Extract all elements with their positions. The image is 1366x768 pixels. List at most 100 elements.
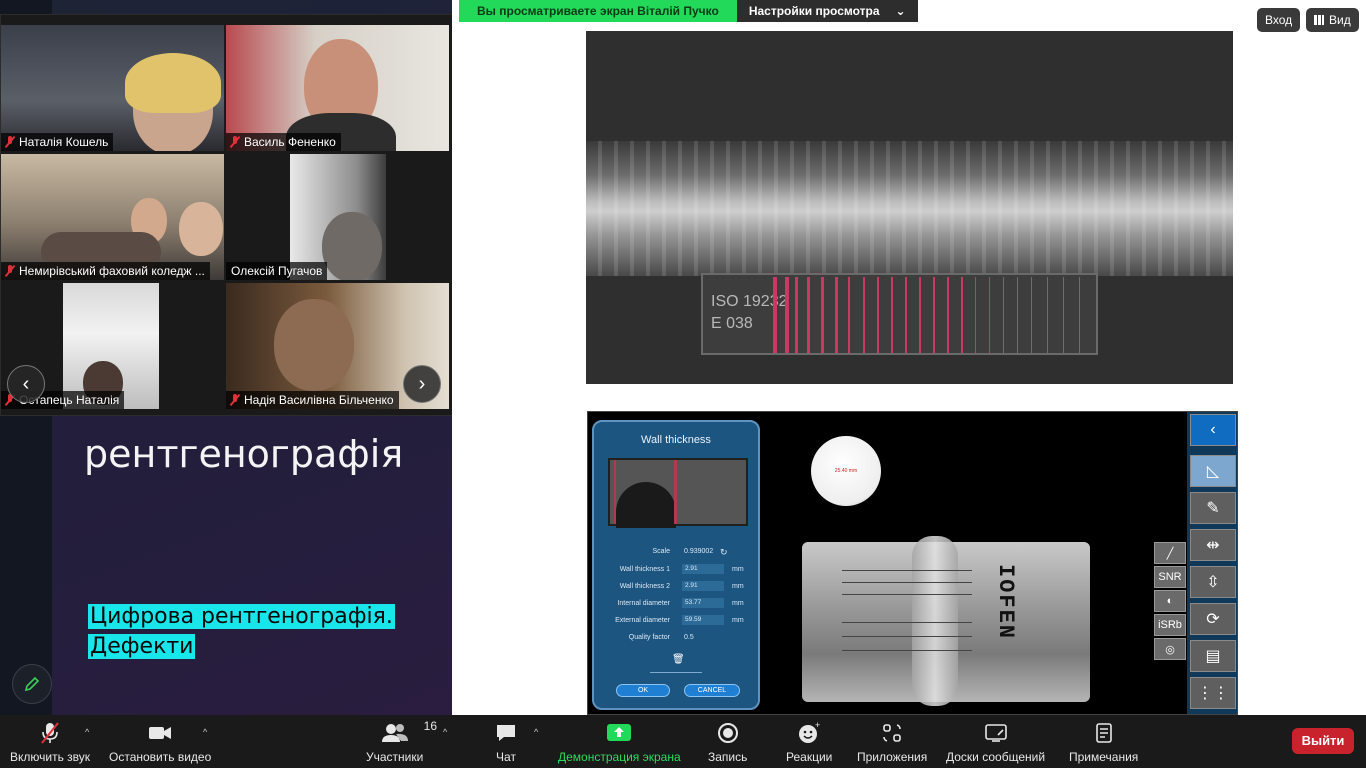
share-screen-button[interactable]: Демонстрация экрана xyxy=(558,721,681,764)
flip-horizontal-button[interactable]: ⇹ xyxy=(1190,529,1236,561)
measurement-input[interactable]: 2.91 xyxy=(682,564,724,574)
measurement-unit: mm xyxy=(732,583,744,590)
flip-vertical-button[interactable]: ⇳ xyxy=(1190,566,1236,598)
video-options-caret[interactable]: ^ xyxy=(203,727,207,737)
svg-text:+: + xyxy=(815,721,820,730)
line-icon: ╱ xyxy=(1166,547,1174,560)
iqi-wire xyxy=(933,277,935,353)
grid-view-icon xyxy=(1314,15,1324,25)
measurement-input[interactable]: 59.59 xyxy=(682,615,724,625)
scale-label: Scale xyxy=(652,548,670,555)
isrb-tool-button[interactable]: iSRb xyxy=(1154,614,1186,636)
measure-line xyxy=(842,582,972,583)
reactions-button[interactable]: + Реакции xyxy=(786,721,832,764)
xray-weld-image: ISO 19232 E 038 xyxy=(586,31,1233,384)
measurement-unit: mm xyxy=(732,600,744,607)
whiteboards-label: Доски сообщений xyxy=(946,750,1046,764)
participant-name-tag: Надія Василівна Більченко xyxy=(226,391,399,409)
contrast-tool-button[interactable]: ◐ xyxy=(1154,590,1186,612)
view-settings-dropdown[interactable]: Настройки просмотра ⌄ xyxy=(736,0,918,22)
enter-button[interactable]: Вход xyxy=(1257,8,1301,32)
slide-heading: рентгенографія xyxy=(84,432,404,476)
refresh-icon[interactable]: ↻ xyxy=(720,547,728,558)
chat-button[interactable]: Чат xyxy=(494,721,518,764)
whiteboards-button[interactable]: Доски сообщений xyxy=(946,721,1045,764)
share-screen-icon xyxy=(606,721,632,745)
apps-button[interactable]: Приложения xyxy=(857,721,927,764)
profile-curve xyxy=(616,482,676,528)
flip-horizontal-icon: ⇹ xyxy=(1206,537,1220,554)
measure-tool-button[interactable]: ◺ xyxy=(1190,455,1236,487)
iqi-wire xyxy=(795,277,798,353)
video-tile[interactable]: Немирівський фаховий коледж ... xyxy=(1,154,224,280)
annotate-pencil-button[interactable] xyxy=(12,664,52,704)
screen-share-banner: Вы просматриваете экран Віталій Пучко На… xyxy=(459,0,918,22)
unmute-label: Включить звук xyxy=(10,750,91,764)
divider xyxy=(650,672,702,673)
record-label: Запись xyxy=(708,750,748,764)
wall-thickness-panel: Wall thickness Scale 0.939002 ↻ Wall thi… xyxy=(592,420,760,710)
cancel-button[interactable]: CANCEL xyxy=(684,684,740,697)
scale-value: 0.939002 xyxy=(684,548,714,555)
pipe-stamp: IOFEN xyxy=(993,564,1018,641)
gallery-next-button[interactable]: › xyxy=(403,365,441,403)
rotate-icon: ⟳ xyxy=(1206,611,1220,628)
audio-options-caret[interactable]: ^ xyxy=(85,727,89,737)
sharing-status-text: Вы просматриваете экран Віталій Пучко xyxy=(459,0,737,22)
participant-name: Немирівський фаховий коледж ... xyxy=(19,264,205,278)
profile-thumbnail xyxy=(608,458,748,528)
trash-icon[interactable]: 🗑 xyxy=(672,654,685,665)
iqi-wire xyxy=(1047,277,1048,353)
collapse-toolbar-button[interactable]: ‹ xyxy=(1190,414,1236,446)
mic-muted-icon xyxy=(230,136,240,148)
pipe-weld xyxy=(912,536,958,706)
iqi-wire xyxy=(773,277,777,353)
iqi-wire xyxy=(947,277,949,353)
chat-options-caret[interactable]: ^ xyxy=(534,727,538,737)
measure-line xyxy=(842,650,972,651)
line-tool-button[interactable]: ╱ xyxy=(1154,542,1186,564)
smiley-icon: + xyxy=(797,721,821,745)
snr-tool-button[interactable]: SNR xyxy=(1154,566,1186,588)
measurement-label: Internal diameter xyxy=(617,600,670,607)
video-camera-icon xyxy=(147,721,173,745)
participants-button[interactable]: 16 Участники xyxy=(366,719,437,764)
video-tile[interactable]: Василь Фененко xyxy=(226,25,449,151)
stop-video-label: Остановить видео xyxy=(109,750,212,764)
notes-button[interactable]: Примечания xyxy=(1069,721,1138,764)
view-button[interactable]: Вид xyxy=(1306,8,1359,32)
chevron-right-icon: › xyxy=(418,372,426,395)
chevron-left-icon: ‹ xyxy=(1210,421,1216,438)
snr-label: SNR xyxy=(1158,571,1182,583)
iqi-wire xyxy=(863,277,865,353)
gallery-prev-button[interactable]: ‹ xyxy=(7,365,45,403)
participant-name-tag: Олексій Пугачов xyxy=(226,262,328,280)
video-tile[interactable]: Наталія Кошель xyxy=(1,25,224,151)
target-icon: ◎ xyxy=(1165,643,1175,656)
draw-tool-button[interactable]: ✎ xyxy=(1190,492,1236,524)
participant-name: Олексій Пугачов xyxy=(231,264,323,278)
filter-icon: ⋮⋮ xyxy=(1197,685,1229,702)
stop-video-button[interactable]: Остановить видео xyxy=(109,721,211,764)
print-button[interactable]: ▤ xyxy=(1190,640,1236,672)
video-tile[interactable]: Олексій Пугачов xyxy=(226,154,449,280)
set-square-icon: ◺ xyxy=(1206,463,1220,480)
iqi-wire xyxy=(877,277,879,353)
quality-label: Quality factor xyxy=(628,634,670,641)
iqi-wire xyxy=(1031,277,1032,353)
leave-meeting-button[interactable]: Выйти xyxy=(1292,728,1354,754)
participants-options-caret[interactable]: ^ xyxy=(443,727,447,737)
unmute-button[interactable]: Включить звук xyxy=(10,721,90,764)
measurement-input[interactable]: 2.91 xyxy=(682,581,724,591)
iqi-wire xyxy=(1063,277,1064,353)
ok-button[interactable]: OK xyxy=(616,684,670,697)
measurement-unit: mm xyxy=(732,617,744,624)
measurement-input[interactable]: 53.77 xyxy=(682,598,724,608)
rotate-button[interactable]: ⟳ xyxy=(1190,603,1236,635)
record-button[interactable]: Запись xyxy=(708,721,747,764)
participant-hair xyxy=(125,53,221,113)
panel-title: Wall thickness xyxy=(641,434,711,446)
filter-tool-button[interactable]: ⋮⋮ xyxy=(1190,677,1236,709)
target-tool-button[interactable]: ◎ xyxy=(1154,638,1186,660)
iqi-wire xyxy=(835,277,838,353)
